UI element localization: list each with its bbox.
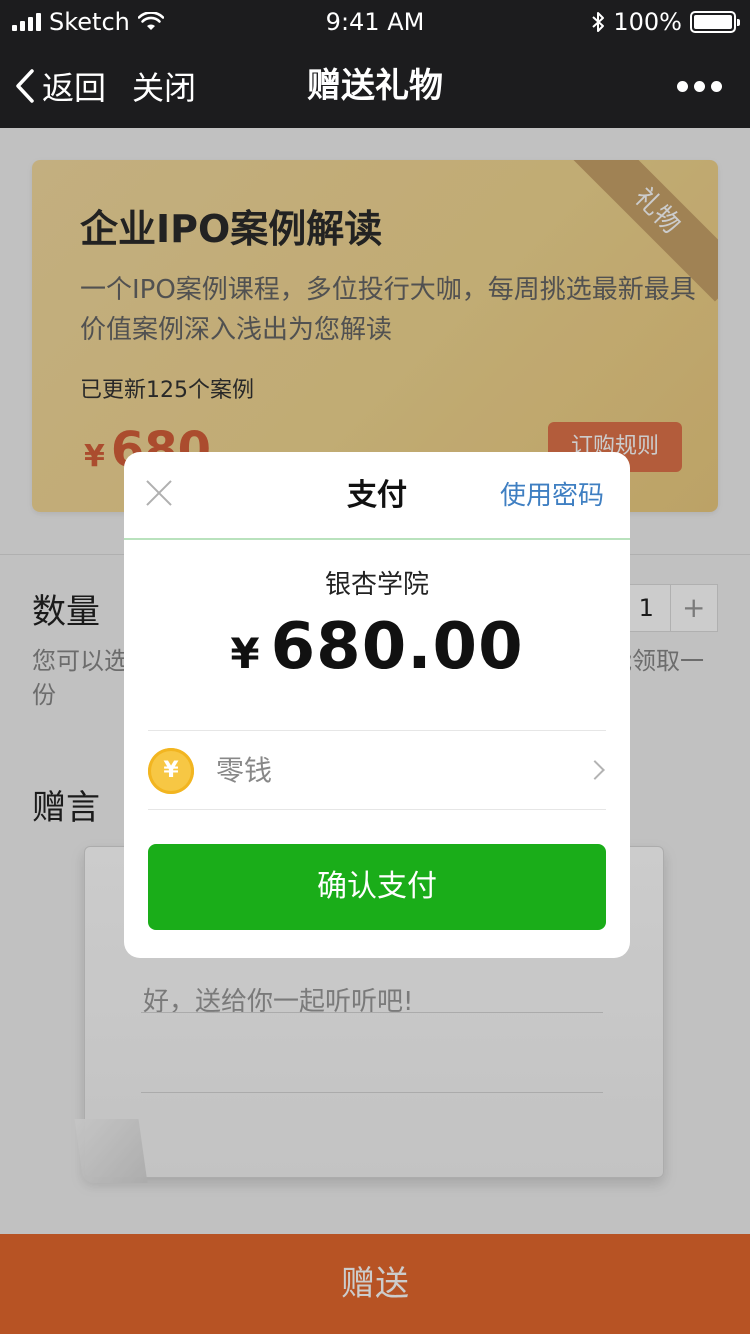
amount-currency: ¥ [230,629,261,678]
use-password-link[interactable]: 使用密码 [500,452,604,540]
payment-method-row[interactable]: ¥ 零钱 [148,730,606,810]
status-right: 100% [591,8,740,36]
more-dot-icon [711,80,722,92]
battery-percent: 100% [613,8,682,36]
payment-header: 支付 使用密码 [124,452,630,540]
chevron-right-icon [585,760,605,780]
battery-icon [690,11,740,33]
more-button[interactable] [677,52,722,120]
payment-dialog: 支付 使用密码 银杏学院 ¥680.00 ¥ 零钱 确认支付 [124,452,630,958]
status-bar: Sketch 9:41 AM 100% [0,0,750,44]
confirm-payment-button[interactable]: 确认支付 [148,844,606,930]
payment-method-label: 零钱 [216,754,273,787]
page-title: 赠送礼物 [307,66,443,106]
coin-icon: ¥ [148,748,194,794]
more-dot-icon [694,80,705,92]
more-dot-icon [677,80,688,92]
nav-bar: 返回 关闭 赠送礼物 [0,44,750,128]
amount-value: 680.00 [270,610,524,684]
payment-amount: ¥680.00 [124,610,630,684]
merchant-name: 银杏学院 [324,570,429,600]
bluetooth-icon [592,12,605,32]
